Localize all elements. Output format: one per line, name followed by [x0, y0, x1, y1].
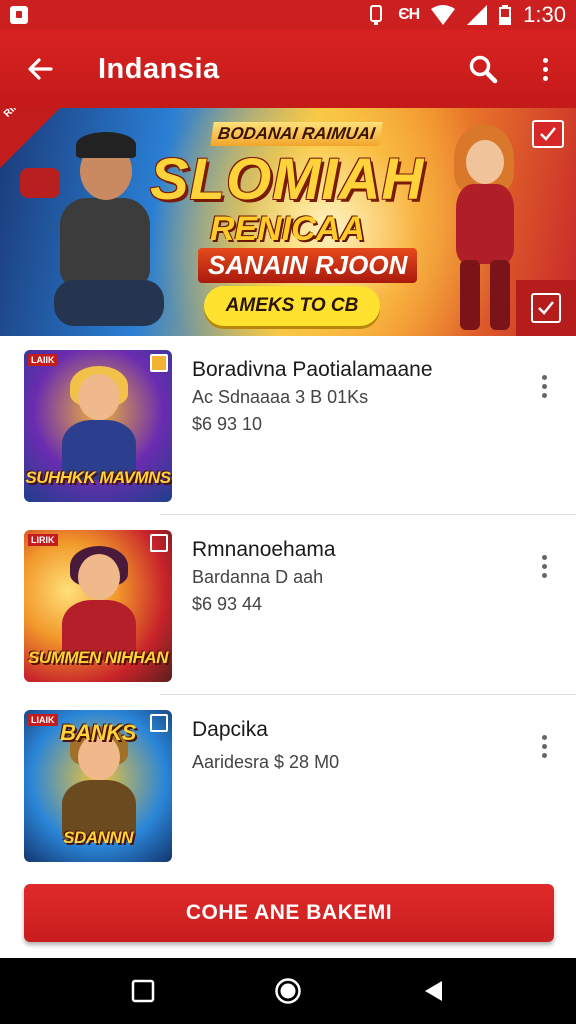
square-recents-icon: [131, 979, 154, 1003]
list-item[interactable]: LIRIK SUMMEN NIHHAN Rmnanoehama Bardanna…: [0, 516, 576, 696]
promo-banner[interactable]: RIMIHE BODANAI RAIMUAI SLOMIAH RENICAA S…: [0, 108, 576, 336]
nav-back-button[interactable]: [403, 961, 463, 1021]
item-price: $6 93 10: [192, 414, 263, 434]
search-button[interactable]: [452, 30, 514, 108]
wifi-icon: [431, 5, 456, 25]
back-arrow-icon: [28, 58, 53, 80]
back-button[interactable]: [0, 30, 80, 108]
vibrate-icon: [370, 5, 383, 25]
list-item[interactable]: LAIIK SUHHKK MAVMNS Boradivna Paotialama…: [0, 336, 576, 516]
thumbnail-caption: SUHHKK MAVMNS: [25, 468, 171, 487]
thumbnail-tag: LAIIK: [28, 354, 58, 366]
status-bar: ЄΗ 1:30: [0, 0, 576, 30]
more-vert-icon: [541, 374, 547, 398]
item-menu-button[interactable]: [534, 726, 554, 766]
banner-select-button[interactable]: [516, 280, 576, 336]
item-title: Rmnanoehama: [192, 538, 336, 561]
banner-corner-ribbon: RIMIHE: [0, 108, 60, 168]
circle-home-icon: [275, 978, 301, 1004]
item-subtitle: Bardanna D aah: [192, 567, 324, 587]
more-vert-icon: [542, 57, 548, 81]
system-nav-bar: [0, 958, 576, 1024]
item-subtitle: Ac Sdnaaaa 3 B 01Ks: [192, 387, 369, 407]
divider: [160, 694, 576, 695]
overflow-menu-button[interactable]: [514, 30, 576, 108]
triangle-back-icon: [425, 981, 443, 1001]
item-price: $6 93 44: [192, 594, 263, 614]
thumbnail-tag: LIRIK: [28, 534, 58, 546]
more-vert-icon: [541, 734, 547, 758]
thumbnail-badge: [150, 354, 168, 372]
banner-cta-button[interactable]: AMEKS TO CB: [204, 286, 380, 326]
item-title: Dapcika: [192, 718, 268, 741]
notification-icon: [10, 6, 28, 24]
banner-checkbox[interactable]: [532, 120, 564, 148]
item-title: Boradivna Paotialamaane: [192, 358, 433, 381]
clock: 1:30: [523, 2, 566, 27]
thumbnail-caption: SUMMEN NIHHAN: [28, 648, 168, 667]
cell-signal-icon: [467, 5, 488, 25]
search-icon: [469, 55, 498, 84]
page-title: Indansia: [98, 52, 220, 85]
item-menu-button[interactable]: [534, 546, 554, 586]
network-type-label: ЄΗ: [398, 6, 420, 23]
thumbnail-caption: SDANNN: [63, 828, 133, 847]
more-vert-icon: [541, 554, 547, 578]
home-button[interactable]: [258, 961, 318, 1021]
recents-button[interactable]: [113, 961, 173, 1021]
banner-kicker: BODANAI RAIMUAI: [210, 122, 383, 146]
app-bar: Indansia: [0, 30, 576, 108]
battery-icon: [499, 5, 512, 25]
game-thumbnail: LIAIK BANKS SDANNN: [24, 710, 172, 862]
banner-cta-label: AMEKS TO CB: [225, 295, 359, 316]
thumbnail-top-caption: BANKS: [60, 720, 136, 745]
check-icon: [540, 127, 556, 141]
game-thumbnail: LIRIK SUMMEN NIHHAN: [24, 530, 172, 682]
banner-tagline: SANAIN RJOON: [198, 248, 418, 283]
status-indicators: ЄΗ 1:30: [366, 2, 566, 28]
game-thumbnail: LAIIK SUHHKK MAVMNS: [24, 350, 172, 502]
primary-action-label: COHE ANE BAKEMI: [185, 901, 393, 924]
banner-title: SLOMIAH: [150, 147, 425, 212]
banner-subtitle: RENICAA: [210, 210, 365, 248]
check-icon: [538, 301, 554, 315]
item-subtitle: Aaridesra $ 28 M0: [192, 752, 340, 772]
list-item[interactable]: LIAIK BANKS SDANNN Dapcika Aaridesra $ 2…: [0, 696, 576, 876]
item-menu-button[interactable]: [534, 366, 554, 406]
thumbnail-badge: [150, 534, 168, 552]
divider: [160, 514, 576, 515]
primary-action-button[interactable]: COHE ANE BAKEMI: [24, 884, 554, 942]
